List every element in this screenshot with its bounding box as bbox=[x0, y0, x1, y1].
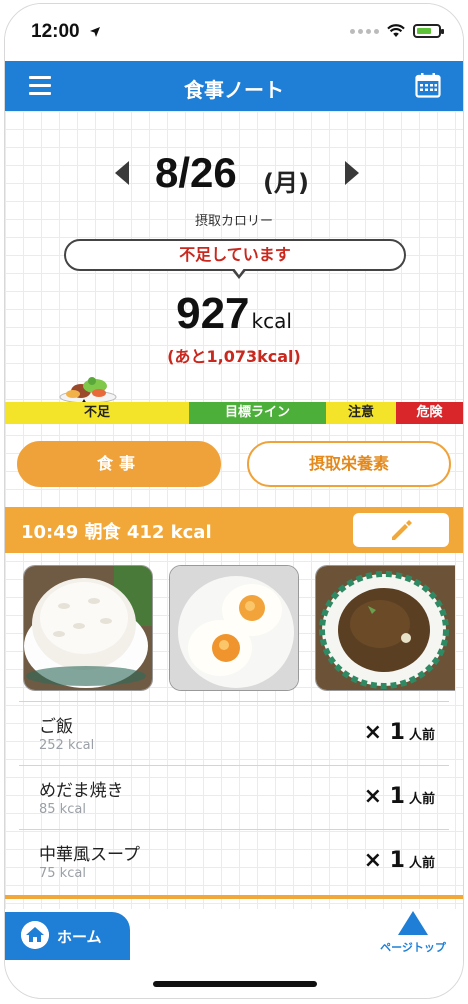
previous-day-icon[interactable] bbox=[115, 161, 129, 185]
item-quantity: × 1 人前 bbox=[363, 784, 435, 809]
main-content: 8/26 (月) 摂取カロリー 不足しています 927 kcal (あと1,073… bbox=[5, 111, 463, 911]
item-kcal: 85 kcal bbox=[39, 802, 86, 817]
arrow-up-icon bbox=[398, 911, 428, 935]
tab-nutrition[interactable]: 摂取栄養素 bbox=[247, 441, 451, 487]
edit-meal-button[interactable] bbox=[353, 513, 449, 547]
calorie-scale: 不足 目標ライン 注意 危険 bbox=[5, 402, 463, 424]
signal-icon bbox=[350, 28, 379, 34]
home-button[interactable]: ホーム bbox=[5, 912, 130, 960]
item-name: 中華風スープ bbox=[39, 845, 140, 865]
item-name: ご飯 bbox=[39, 717, 73, 737]
soup-photo[interactable] bbox=[315, 565, 455, 691]
item-kcal: 252 kcal bbox=[39, 738, 95, 753]
home-indicator bbox=[153, 981, 317, 987]
status-bar: 12:00 bbox=[5, 4, 463, 61]
meal-header: 10:49 朝食 412 kcal bbox=[5, 507, 463, 553]
calorie-value: 927 bbox=[176, 289, 250, 338]
date-text: 8/26 bbox=[155, 149, 237, 196]
meal-title: 10:49 朝食 412 kcal bbox=[21, 522, 212, 543]
date-selector: 8/26 (月) bbox=[5, 149, 463, 199]
intake-label: 摂取カロリー bbox=[194, 214, 273, 229]
divider bbox=[5, 895, 463, 899]
battery-icon bbox=[413, 24, 444, 38]
page-top-button[interactable]: ページトップ bbox=[377, 909, 449, 957]
calorie-remaining: (あと1,073kcal) bbox=[167, 347, 301, 366]
status-icons bbox=[350, 24, 444, 38]
scale-short: 不足 bbox=[5, 402, 189, 424]
rice-photo[interactable] bbox=[23, 565, 153, 691]
item-quantity: × 1 人前 bbox=[363, 848, 435, 873]
calorie-total: 927 kcal bbox=[5, 289, 463, 339]
status-time: 12:00 bbox=[31, 21, 80, 42]
item-quantity: × 1 人前 bbox=[363, 720, 435, 745]
meal-photos bbox=[5, 553, 463, 697]
tab-meal[interactable]: 食事 bbox=[17, 441, 221, 487]
list-item[interactable]: ご飯 252 kcal × 1 人前 bbox=[19, 701, 449, 765]
home-label: ホーム bbox=[57, 928, 102, 946]
bottom-bar: ホーム ページトップ bbox=[5, 909, 463, 998]
phone-screen: 12:00 食事ノート 8/26 (月) 摂取カロリー 不足しています 927 … bbox=[4, 3, 464, 999]
meal-items: ご飯 252 kcal × 1 人前 めだま焼き 85 kcal × 1 人前 中華… bbox=[5, 701, 463, 899]
home-icon bbox=[21, 921, 49, 949]
location-arrow-icon bbox=[90, 27, 100, 37]
list-item[interactable]: めだま焼き 85 kcal × 1 人前 bbox=[19, 765, 449, 829]
fried-egg-photo[interactable] bbox=[169, 565, 299, 691]
weekday-text: (月) bbox=[263, 169, 309, 197]
pencil-icon bbox=[392, 520, 412, 540]
nav-bar: 食事ノート bbox=[5, 61, 463, 111]
next-day-icon[interactable] bbox=[345, 161, 359, 185]
list-item[interactable]: 中華風スープ 75 kcal × 1 人前 bbox=[19, 829, 449, 893]
nav-title: 食事ノート bbox=[184, 78, 284, 102]
view-tabs: 食事 摂取栄養素 bbox=[17, 441, 451, 487]
calorie-unit: kcal bbox=[251, 309, 292, 333]
scale-danger: 危険 bbox=[396, 402, 463, 424]
item-name: めだま焼き bbox=[39, 781, 124, 801]
item-kcal: 75 kcal bbox=[39, 866, 86, 881]
scale-target: 目標ライン bbox=[189, 402, 326, 424]
page-top-label: ページトップ bbox=[380, 941, 446, 954]
meal-card: 10:49 朝食 412 kcal ご飯 252 kcal × 1 人前 めだま… bbox=[5, 507, 463, 899]
wifi-icon bbox=[387, 24, 405, 37]
scale-caution: 注意 bbox=[326, 402, 396, 424]
calendar-icon[interactable] bbox=[415, 72, 441, 98]
